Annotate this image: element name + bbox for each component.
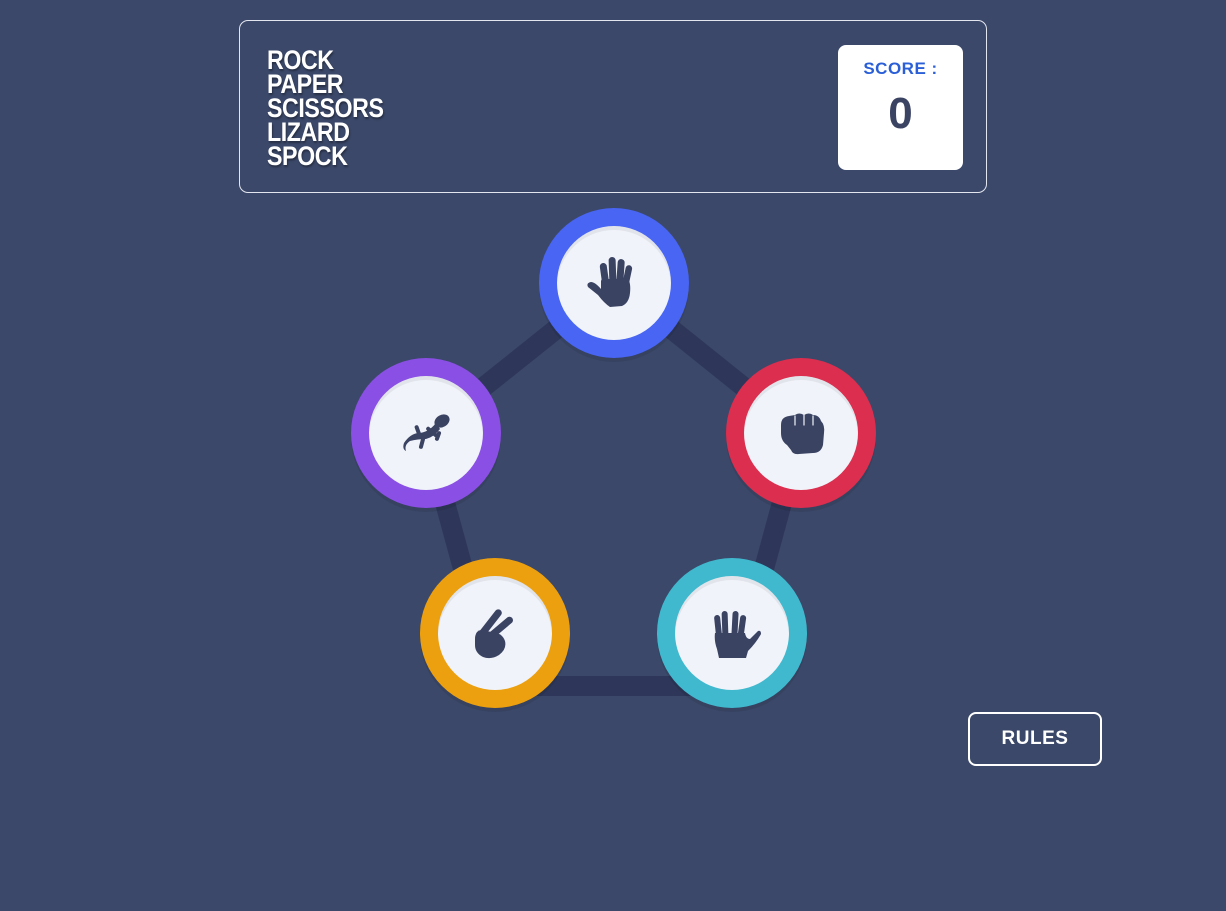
rock-token-face — [744, 376, 858, 490]
paper-hand-icon — [587, 256, 633, 307]
scissors-token-face — [438, 576, 552, 690]
score-value: 0 — [888, 89, 913, 138]
score-label: SCORE : — [863, 59, 938, 78]
header: ROCK PAPER SCISSORS LIZARD SPOCK SCORE :… — [239, 20, 987, 193]
score-card: SCORE : 0 — [838, 45, 963, 170]
rules-button[interactable]: RULES — [968, 712, 1102, 766]
paper-token-face — [557, 226, 671, 340]
paper-button[interactable] — [539, 208, 689, 358]
spock-button[interactable] — [657, 558, 807, 708]
rock-button[interactable] — [726, 358, 876, 508]
scissors-button[interactable] — [420, 558, 570, 708]
lizard-icon — [403, 414, 450, 451]
logo-word-spock: SPOCK — [267, 141, 348, 171]
game-logo: ROCK PAPER SCISSORS LIZARD SPOCK — [267, 47, 403, 171]
rock-fist-icon — [781, 413, 825, 455]
lizard-token-face — [369, 376, 483, 490]
spock-token-face — [675, 576, 789, 690]
lizard-button[interactable] — [351, 358, 501, 508]
scissors-hand-icon — [475, 609, 513, 659]
spock-hand-icon — [714, 611, 761, 658]
